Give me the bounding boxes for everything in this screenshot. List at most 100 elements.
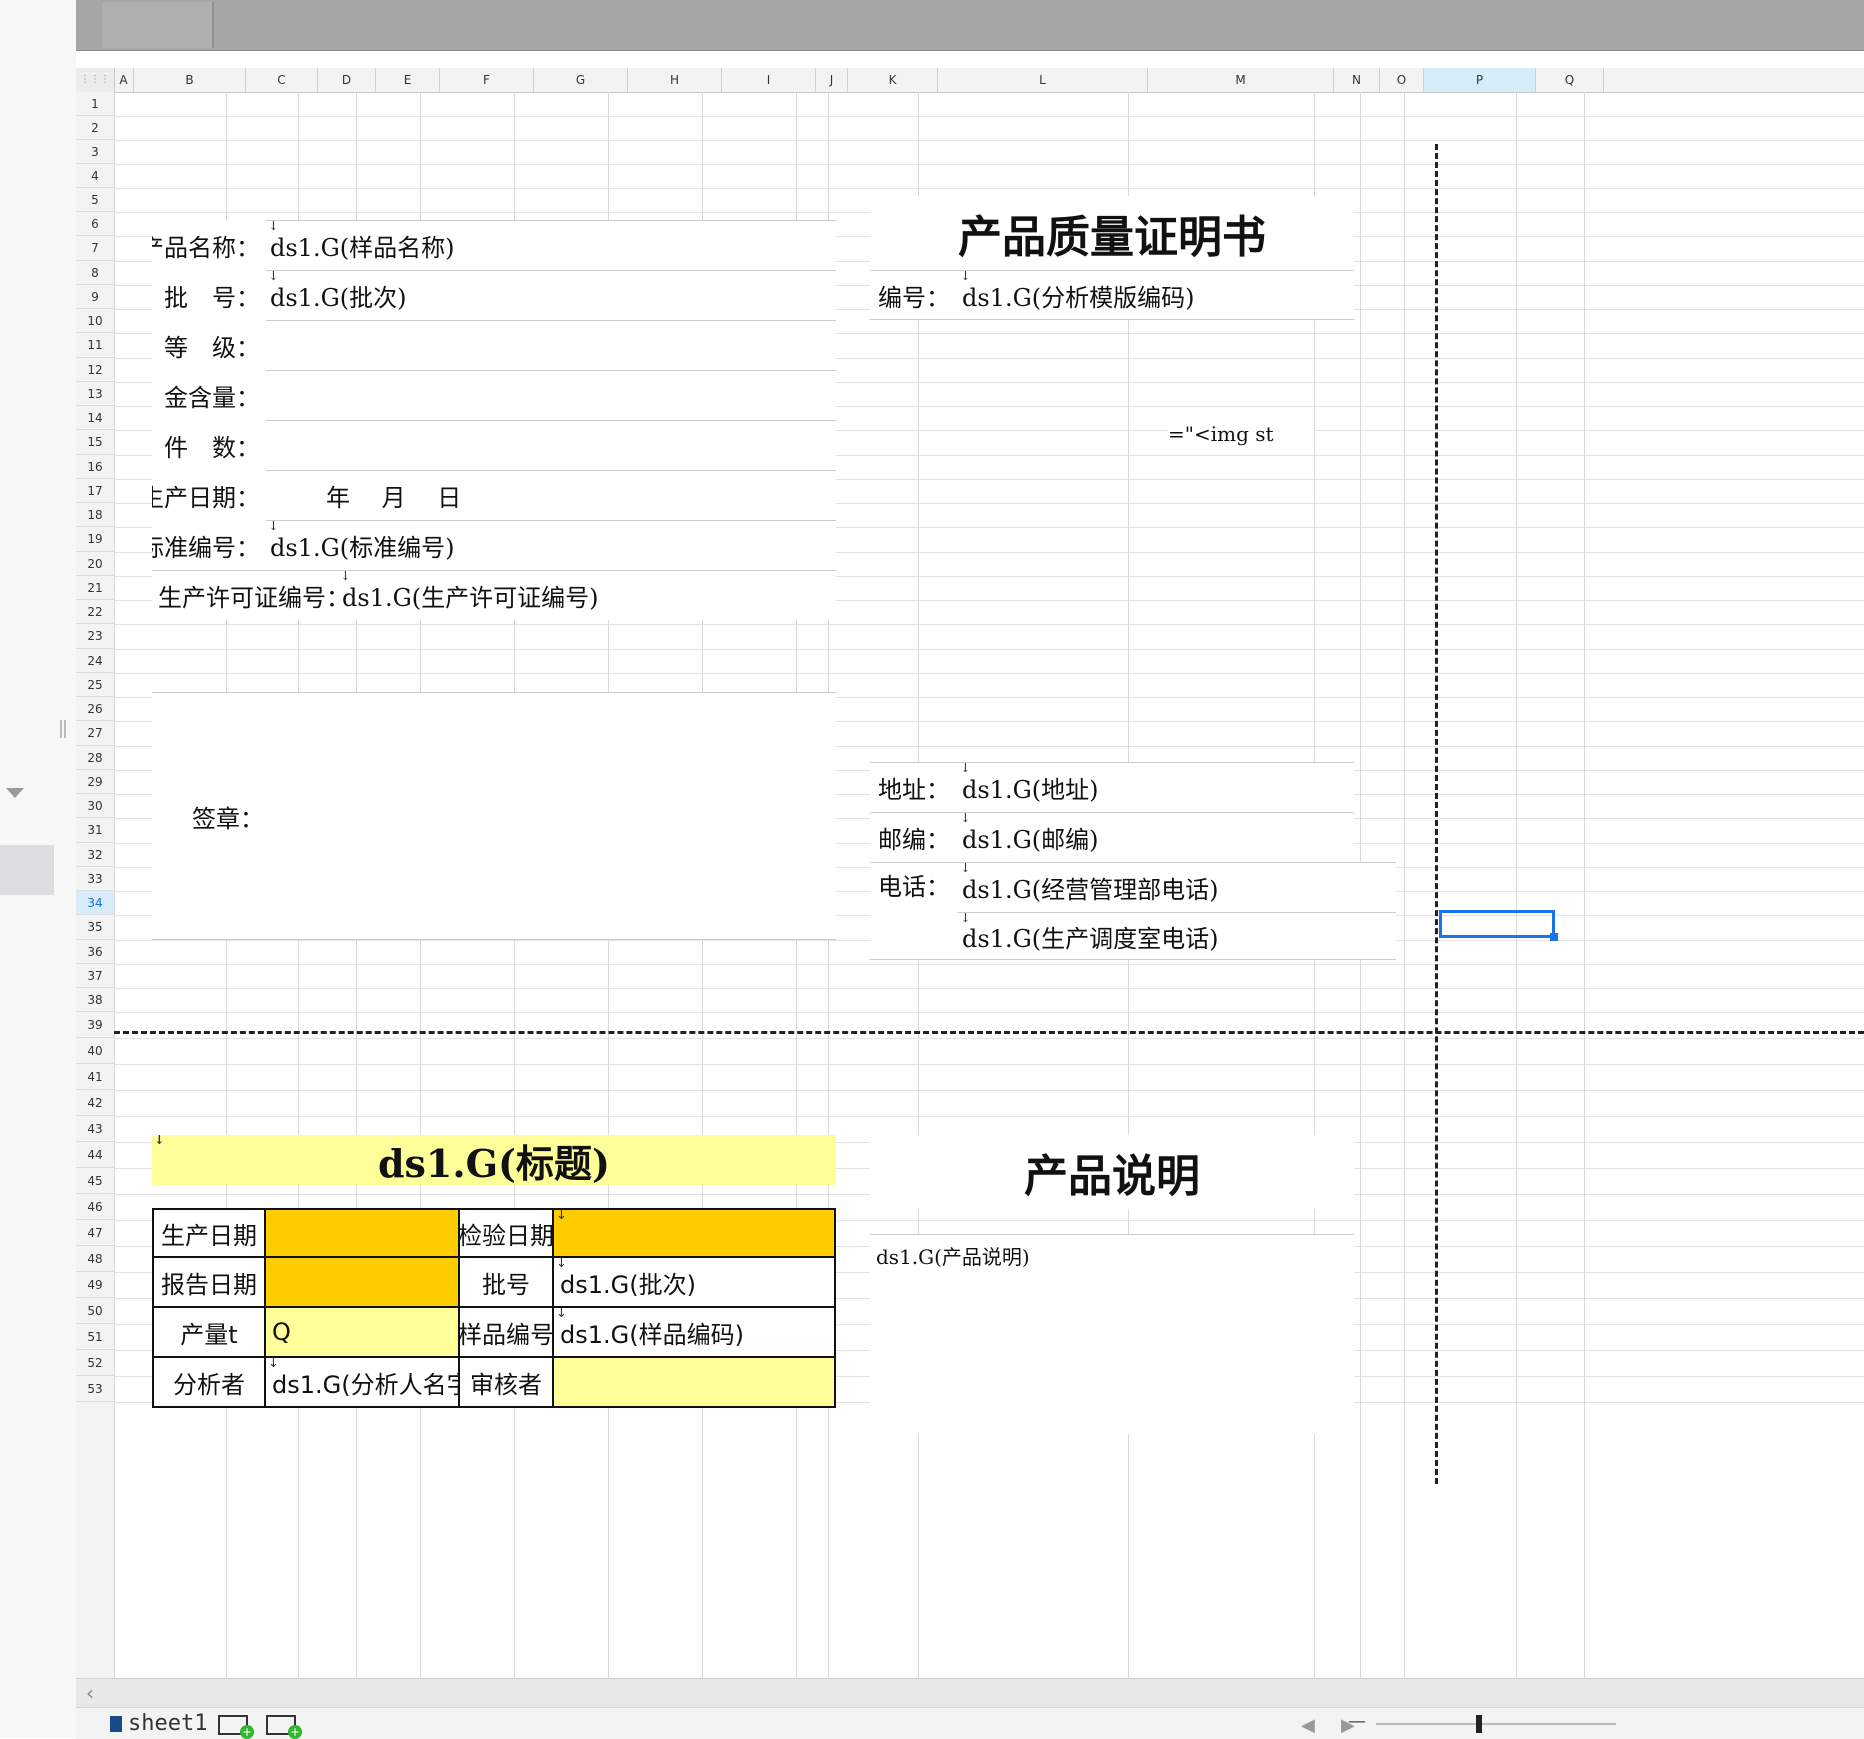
- row-header-28[interactable]: 28: [76, 746, 114, 770]
- row-header-6[interactable]: 6: [76, 212, 114, 236]
- gold-cell[interactable]: [266, 370, 836, 420]
- column-header-f[interactable]: F: [440, 68, 534, 92]
- row-header-14[interactable]: 14: [76, 406, 114, 430]
- row-header-22[interactable]: 22: [76, 600, 114, 624]
- row-header-1[interactable]: 1: [76, 92, 114, 116]
- row-header-35[interactable]: 35: [76, 915, 114, 940]
- panel-tab[interactable]: [0, 845, 54, 895]
- column-header-m[interactable]: M: [1148, 68, 1334, 92]
- column-header-g[interactable]: G: [534, 68, 628, 92]
- column-header-c[interactable]: C: [246, 68, 318, 92]
- phone-cell-1[interactable]: ↓ ds1.G(经营管理部电话): [958, 862, 1396, 912]
- column-header-k[interactable]: K: [848, 68, 938, 92]
- row-header-37[interactable]: 37: [76, 964, 114, 988]
- row-header-52[interactable]: 52: [76, 1350, 114, 1376]
- horizontal-scrollbar[interactable]: ‹: [76, 1679, 1864, 1708]
- t-output-cell[interactable]: Q: [264, 1306, 460, 1358]
- active-cell-cursor[interactable]: [1439, 910, 1558, 941]
- column-header-j[interactable]: J: [816, 68, 848, 92]
- report-title-cell[interactable]: ↓ ds1.G(标题): [152, 1135, 836, 1185]
- add-template-icon[interactable]: +: [266, 1715, 302, 1739]
- phone-cell-2[interactable]: ↓ ds1.G(生产调度室电话): [958, 912, 1396, 960]
- zoom-knob[interactable]: [1476, 1715, 1482, 1733]
- t-check-date-cell[interactable]: ↓: [552, 1208, 836, 1258]
- t-batch-cell[interactable]: ↓ ds1.G(批次): [552, 1256, 836, 1308]
- row-header-48[interactable]: 48: [76, 1246, 114, 1272]
- row-header-21[interactable]: 21: [76, 576, 114, 600]
- select-all-corner[interactable]: ⋮⋮⋮: [76, 68, 115, 93]
- row-header-45[interactable]: 45: [76, 1168, 114, 1194]
- column-header-b[interactable]: B: [134, 68, 246, 92]
- column-header-o[interactable]: O: [1380, 68, 1424, 92]
- address-cell[interactable]: ↓ ds1.G(地址): [958, 762, 1354, 812]
- row-header-44[interactable]: 44: [76, 1142, 114, 1168]
- cell-grid[interactable]: 产品名称： ↓ ds1.G(样品名称) 批 号： ↓ ds1.G(批次) 等 级： …: [114, 92, 1864, 1678]
- row-header-10[interactable]: 10: [76, 309, 114, 333]
- prod-date-cell[interactable]: 年 月 日: [266, 470, 836, 520]
- fill-handle[interactable]: [1550, 933, 1558, 941]
- row-header-15[interactable]: 15: [76, 430, 114, 455]
- row-header-18[interactable]: 18: [76, 503, 114, 527]
- row-header-34[interactable]: 34: [76, 891, 114, 915]
- t-analyst-cell[interactable]: ↓ ds1.G(分析人名字): [264, 1356, 460, 1408]
- row-header-41[interactable]: 41: [76, 1064, 114, 1090]
- row-header-42[interactable]: 42: [76, 1090, 114, 1116]
- column-header-p[interactable]: P: [1424, 68, 1536, 92]
- column-header-l[interactable]: L: [938, 68, 1148, 92]
- row-header-16[interactable]: 16: [76, 455, 114, 479]
- row-header-3[interactable]: 3: [76, 140, 114, 164]
- column-header-h[interactable]: H: [628, 68, 722, 92]
- product-name-cell[interactable]: ↓ ds1.G(样品名称): [266, 220, 836, 270]
- tab-sheet1[interactable]: sheet1: [96, 1709, 221, 1739]
- row-header-23[interactable]: 23: [76, 624, 114, 649]
- column-header-q[interactable]: Q: [1536, 68, 1604, 92]
- row-header-40[interactable]: 40: [76, 1038, 114, 1064]
- row-header-53[interactable]: 53: [76, 1376, 114, 1402]
- row-header-30[interactable]: 30: [76, 794, 114, 818]
- row-header-31[interactable]: 31: [76, 818, 114, 843]
- batch-cell[interactable]: ↓ ds1.G(批次): [266, 270, 836, 320]
- row-header-5[interactable]: 5: [76, 188, 114, 212]
- column-header-i[interactable]: I: [722, 68, 816, 92]
- column-header-e[interactable]: E: [376, 68, 440, 92]
- scroll-left-icon[interactable]: ‹: [86, 1681, 94, 1705]
- row-header-51[interactable]: 51: [76, 1324, 114, 1350]
- row-header-17[interactable]: 17: [76, 479, 114, 503]
- count-cell[interactable]: [266, 420, 836, 470]
- desc-cell[interactable]: ds1.G(产品说明): [870, 1234, 1354, 1434]
- row-header-13[interactable]: 13: [76, 382, 114, 406]
- row-header-4[interactable]: 4: [76, 164, 114, 188]
- row-header-32[interactable]: 32: [76, 843, 114, 867]
- row-header-38[interactable]: 38: [76, 988, 114, 1012]
- add-sheet-icon[interactable]: +: [218, 1715, 254, 1739]
- zoom-slider[interactable]: —: [1348, 1711, 1616, 1733]
- zoom-out-icon[interactable]: —: [1348, 1711, 1366, 1732]
- t-sample-no-cell[interactable]: ↓ ds1.G(样品编码): [552, 1306, 836, 1358]
- row-header-7[interactable]: 7: [76, 236, 114, 261]
- row-header-12[interactable]: 12: [76, 358, 114, 382]
- row-header-50[interactable]: 50: [76, 1298, 114, 1324]
- column-header-a[interactable]: A: [114, 68, 134, 92]
- row-header-11[interactable]: 11: [76, 333, 114, 358]
- t-reviewer-cell[interactable]: [552, 1356, 836, 1408]
- row-header-25[interactable]: 25: [76, 673, 114, 697]
- row-header-43[interactable]: 43: [76, 1116, 114, 1142]
- spreadsheet[interactable]: ABCDEFGHIJKLMNOPQ ⋮⋮⋮ 1 2 3 4 5 6 7 8 9 10 11 12 13 1…: [76, 68, 1864, 1678]
- column-header-d[interactable]: D: [318, 68, 376, 92]
- row-header-47[interactable]: 47: [76, 1220, 114, 1246]
- collapse-arrow-icon[interactable]: [6, 788, 24, 798]
- zip-cell[interactable]: ↓ ds1.G(邮编): [958, 812, 1354, 862]
- prev-sheet-icon[interactable]: ◀: [1301, 1715, 1315, 1736]
- std-no-cell[interactable]: ↓ ds1.G(标准编号): [266, 520, 836, 570]
- row-header-9[interactable]: 9: [76, 285, 114, 309]
- panel-resize-handle[interactable]: [60, 720, 66, 738]
- seal-area[interactable]: 签章：: [152, 692, 836, 940]
- t-prod-date-cell[interactable]: [264, 1208, 460, 1258]
- row-header-46[interactable]: 46: [76, 1194, 114, 1220]
- column-header-n[interactable]: N: [1334, 68, 1380, 92]
- t-report-date-cell[interactable]: [264, 1256, 460, 1308]
- row-header-20[interactable]: 20: [76, 552, 114, 576]
- cert-no-cell[interactable]: ↓ ds1.G(分析模版编码): [958, 270, 1354, 320]
- row-header-33[interactable]: 33: [76, 867, 114, 891]
- row-header-19[interactable]: 19: [76, 527, 114, 552]
